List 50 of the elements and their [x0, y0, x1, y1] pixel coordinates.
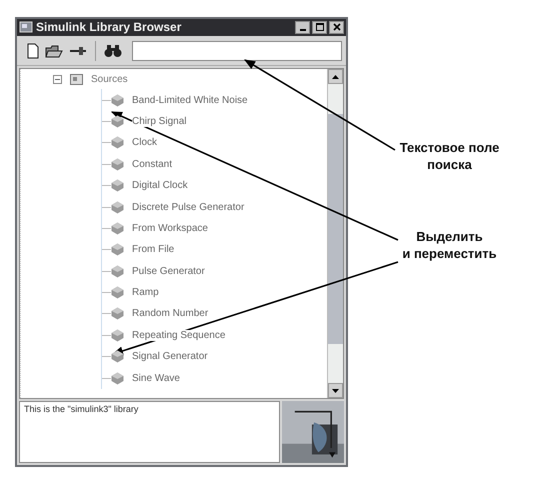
tree-item[interactable]: Clock: [132, 137, 158, 148]
window-icon: [19, 21, 33, 34]
tree-item[interactable]: From File: [132, 244, 174, 256]
library-icon: [70, 74, 83, 85]
block-icon: [111, 136, 124, 150]
scroll-up-icon[interactable]: [332, 74, 339, 79]
maximize-button[interactable]: [312, 20, 327, 34]
new-document-icon[interactable]: [27, 42, 39, 59]
tree-item[interactable]: Random Number: [132, 308, 208, 320]
block-icon: [111, 307, 124, 320]
tree-item[interactable]: From Workspace: [132, 222, 208, 234]
tree-item[interactable]: Band-Limited White Noise: [132, 94, 248, 106]
tree-item[interactable]: Constant: [132, 158, 172, 170]
block-icon: [111, 114, 124, 128]
block-icon: [111, 264, 124, 278]
block-icon: [111, 94, 124, 107]
tree-item[interactable]: Digital Clock: [132, 180, 188, 192]
collapse-icon[interactable]: [53, 74, 62, 84]
scrollbar[interactable]: [327, 69, 343, 398]
tree-item[interactable]: Ramp: [132, 287, 159, 298]
callout-label: Текстовое поле поиска: [400, 140, 500, 174]
tree-item[interactable]: Signal Generator: [132, 351, 208, 362]
block-icon: [111, 243, 124, 256]
tree-item[interactable]: Repeating Sequence: [132, 330, 226, 341]
block-icon: [111, 158, 124, 171]
window-title: Simulink Library Browser: [36, 20, 182, 34]
maximize-icon: [316, 23, 324, 32]
close-icon: [332, 23, 340, 32]
block-icon: [111, 222, 124, 235]
pin-icon[interactable]: [69, 44, 87, 57]
block-icon: [111, 200, 124, 214]
block-icon: [111, 328, 124, 342]
block-icon: [111, 350, 124, 364]
search-field[interactable]: [132, 40, 342, 61]
tree-item[interactable]: Chirp Signal: [132, 116, 186, 127]
tree-item[interactable]: Sources: [91, 74, 128, 85]
block-icon: [111, 286, 124, 300]
callout-label: Выделить и переместить: [402, 228, 497, 263]
tree-item[interactable]: Discrete Pulse Generator: [132, 202, 244, 213]
tree-item[interactable]: Pulse Generator: [132, 266, 205, 277]
minimize-button[interactable]: [295, 20, 310, 34]
block-icon: [111, 372, 124, 385]
open-folder-icon[interactable]: [45, 44, 63, 58]
tree-item[interactable]: Sine Wave: [132, 372, 180, 384]
scroll-down-icon[interactable]: [332, 388, 339, 393]
library-description: This is the "simulink3" library: [24, 404, 138, 414]
binoculars-icon[interactable]: [104, 44, 122, 58]
block-icon: [111, 179, 124, 192]
close-button[interactable]: [329, 20, 344, 34]
scroll-thumb[interactable]: [328, 114, 343, 344]
